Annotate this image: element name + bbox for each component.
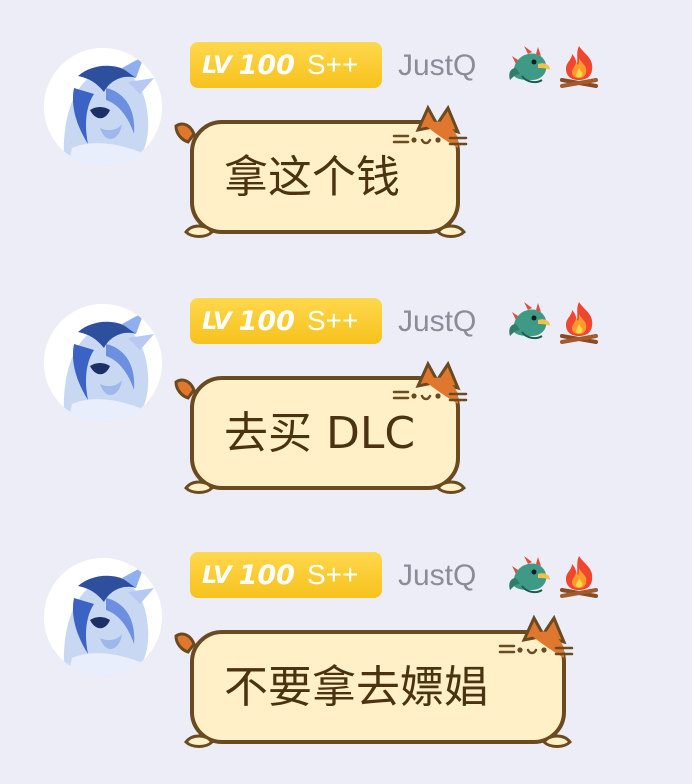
level-badge: LV 100 S++ <box>190 42 382 88</box>
rank-label: S++ <box>306 305 359 336</box>
dragon-icon <box>508 302 552 346</box>
fire-icon <box>558 300 600 348</box>
user-avatar[interactable] <box>44 304 162 422</box>
level-badge: LV 100 S++ <box>190 552 382 598</box>
rank-label: S++ <box>306 559 359 590</box>
chat-message-2: LV 100 S++ JustQ 去买 DLC <box>0 256 692 494</box>
user-avatar[interactable] <box>44 48 162 166</box>
message-bubble[interactable]: 拿这个钱 <box>174 104 472 250</box>
username[interactable]: JustQ <box>398 48 476 84</box>
level-prefix: LV <box>202 51 232 79</box>
level-prefix: LV <box>202 561 232 589</box>
avatar-illustration <box>44 48 162 166</box>
chat-message-1: LV 100 S++ JustQ 拿这个钱 <box>0 0 692 238</box>
avatar-illustration <box>44 558 162 676</box>
fire-icon <box>558 44 600 92</box>
user-avatar[interactable] <box>44 558 162 676</box>
fire-icon <box>558 554 600 602</box>
level-prefix: LV <box>202 307 232 335</box>
avatar-illustration <box>44 304 162 422</box>
message-text[interactable]: 不要拿去嫖娼 <box>224 660 488 716</box>
dragon-icon <box>508 556 552 600</box>
message-bubble[interactable]: 不要拿去嫖娼 <box>174 614 578 760</box>
level-number: 100 <box>238 305 295 337</box>
rank-label: S++ <box>306 49 359 80</box>
chat-message-3: LV 100 S++ JustQ 不要拿去嫖娼 <box>0 510 692 748</box>
level-number: 100 <box>238 559 295 591</box>
username[interactable]: JustQ <box>398 304 476 340</box>
message-bubble[interactable]: 去买 DLC <box>174 360 472 506</box>
message-text[interactable]: 拿这个钱 <box>224 150 400 206</box>
level-number: 100 <box>238 49 295 81</box>
level-badge: LV 100 S++ <box>190 298 382 344</box>
dragon-icon <box>508 46 552 90</box>
message-text[interactable]: 去买 DLC <box>224 406 415 462</box>
username[interactable]: JustQ <box>398 558 476 594</box>
